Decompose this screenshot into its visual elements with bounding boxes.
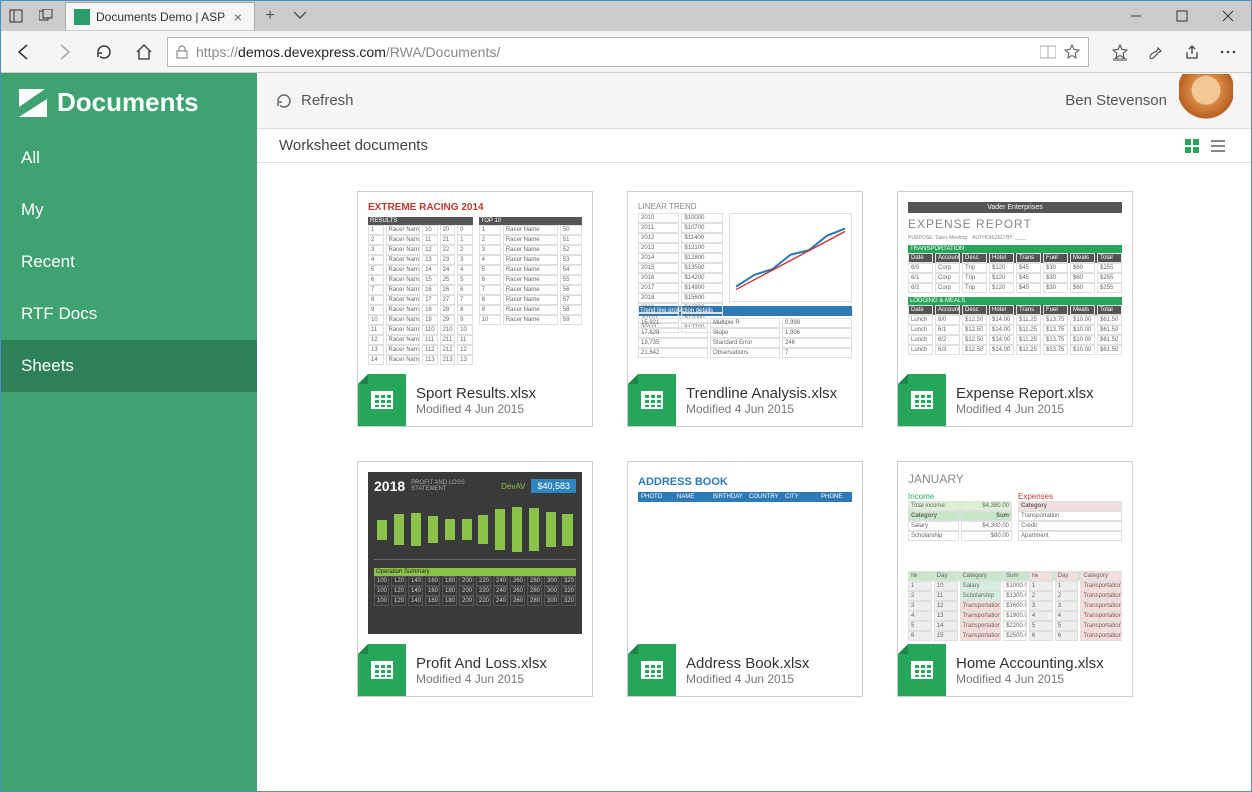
logo-icon [19,89,47,117]
document-title: Home Accounting.xlsx [956,655,1122,672]
document-card[interactable]: LINEAR TREND2010$100002011$107002012$114… [627,191,863,427]
spreadsheet-icon [628,374,676,426]
sidebar-item-my[interactable]: My [1,184,257,236]
document-card[interactable]: ADDRESS BOOKPHOTONAMEBIRTHDAYCOUNTRYCITY… [627,461,863,697]
titlebar: Documents Demo | ASP × + [1,1,1251,31]
document-subtitle: Modified 4 Jun 2015 [686,672,852,686]
card-footer: Trendline Analysis.xlsxModified 4 Jun 20… [628,374,862,426]
spreadsheet-icon [358,644,406,696]
tab-title: Documents Demo | ASP [96,10,230,24]
home-button[interactable] [127,35,161,69]
sidebar-item-recent[interactable]: Recent [1,236,257,288]
app: Documents AllMyRecentRTF DocsSheets Refr… [1,73,1251,791]
card-footer: Expense Report.xlsxModified 4 Jun 2015 [898,374,1132,426]
card-footer: Sport Results.xlsxModified 4 Jun 2015 [358,374,592,426]
document-thumbnail: 2018PROFIT AND LOSS STATEMENTDevAV$40,58… [358,462,592,644]
main: Refresh Ben Stevenson Worksheet document… [257,73,1251,791]
document-subtitle: Modified 4 Jun 2015 [686,402,852,416]
favorites-hub-icon[interactable] [1103,35,1137,69]
tab-favicon-icon [74,9,90,25]
browser-tab[interactable]: Documents Demo | ASP × [65,2,255,30]
spreadsheet-icon [628,644,676,696]
document-title: Profit And Loss.xlsx [416,655,582,672]
document-card[interactable]: EXTREME RACING 2014RESULTS1Racer Name102… [357,191,593,427]
document-thumbnail: Vader EnterprisesEXPENSE REPORTPURPOSE: … [898,192,1132,374]
lock-icon [176,45,188,59]
document-subtitle: Modified 4 Jun 2015 [416,672,582,686]
document-subtitle: Modified 4 Jun 2015 [956,672,1122,686]
document-title: Sport Results.xlsx [416,385,582,402]
document-card[interactable]: Vader EnterprisesEXPENSE REPORTPURPOSE: … [897,191,1133,427]
filter-row: Worksheet documents [257,129,1251,163]
back-button[interactable] [7,35,41,69]
refresh-button[interactable]: Refresh [275,92,354,110]
spreadsheet-icon [358,374,406,426]
maximize-button[interactable] [1159,1,1205,31]
document-thumbnail: EXTREME RACING 2014RESULTS1Racer Name102… [358,192,592,374]
refresh-label: Refresh [301,92,354,109]
document-title: Expense Report.xlsx [956,385,1122,402]
sidebar-item-rtf-docs[interactable]: RTF Docs [1,288,257,340]
favorite-star-icon[interactable] [1064,44,1080,60]
user-name[interactable]: Ben Stevenson [1065,92,1167,109]
forward-button[interactable] [47,35,81,69]
document-thumbnail: LINEAR TREND2010$100002011$107002012$114… [628,192,862,374]
close-window-button[interactable] [1205,1,1251,31]
sidebar-item-sheets[interactable]: Sheets [1,340,257,392]
spreadsheet-icon [898,374,946,426]
sidebar-item-all[interactable]: All [1,132,257,184]
browser-window: Documents Demo | ASP × + https://demos.d… [0,0,1252,792]
document-subtitle: Modified 4 Jun 2015 [416,402,582,416]
tab-actions-button[interactable] [285,11,315,21]
card-footer: Home Accounting.xlsxModified 4 Jun 2015 [898,644,1132,696]
card-footer: Profit And Loss.xlsxModified 4 Jun 2015 [358,644,592,696]
spreadsheet-icon [898,644,946,696]
window-controls [1113,1,1251,31]
titlebar-left: Documents Demo | ASP × + [1,1,315,31]
reading-view-icon[interactable] [1040,45,1056,59]
new-tab-button[interactable]: + [255,7,285,25]
tab-close-icon[interactable]: × [230,9,246,25]
logo-text: Documents [57,87,199,118]
filter-title: Worksheet documents [279,137,428,154]
minimize-button[interactable] [1113,1,1159,31]
tabs-preview-icon[interactable] [31,1,61,31]
card-footer: Address Book.xlsxModified 4 Jun 2015 [628,644,862,696]
document-card[interactable]: JANUARYIncomeTotal income:$4,380.00Categ… [897,461,1133,697]
sidebar-nav: AllMyRecentRTF DocsSheets [1,132,257,392]
list-view-button[interactable] [1207,135,1229,157]
document-title: Trendline Analysis.xlsx [686,385,852,402]
sidebar: Documents AllMyRecentRTF DocsSheets [1,73,257,791]
grid-view-button[interactable] [1181,135,1203,157]
toolbar: Refresh Ben Stevenson [257,73,1251,129]
document-thumbnail: JANUARYIncomeTotal income:$4,380.00Categ… [898,462,1132,644]
notes-icon[interactable] [1139,35,1173,69]
document-subtitle: Modified 4 Jun 2015 [956,402,1122,416]
view-toggles [1181,135,1229,157]
navbar-right [1103,35,1245,69]
document-grid: EXTREME RACING 2014RESULTS1Racer Name102… [257,163,1251,791]
navbar: https://demos.devexpress.com/RWA/Documen… [1,31,1251,73]
url-text: https://demos.devexpress.com/RWA/Documen… [196,44,1032,60]
document-card[interactable]: 2018PROFIT AND LOSS STATEMENTDevAV$40,58… [357,461,593,697]
share-icon[interactable] [1175,35,1209,69]
document-title: Address Book.xlsx [686,655,852,672]
reload-button[interactable] [87,35,121,69]
app-logo[interactable]: Documents [1,73,257,132]
document-thumbnail: ADDRESS BOOKPHOTONAMEBIRTHDAYCOUNTRYCITY… [628,462,862,644]
more-icon[interactable] [1211,35,1245,69]
tabs-aside-icon[interactable] [1,1,31,31]
avatar[interactable] [1179,74,1233,128]
refresh-icon [275,92,293,110]
address-bar[interactable]: https://demos.devexpress.com/RWA/Documen… [167,37,1089,67]
